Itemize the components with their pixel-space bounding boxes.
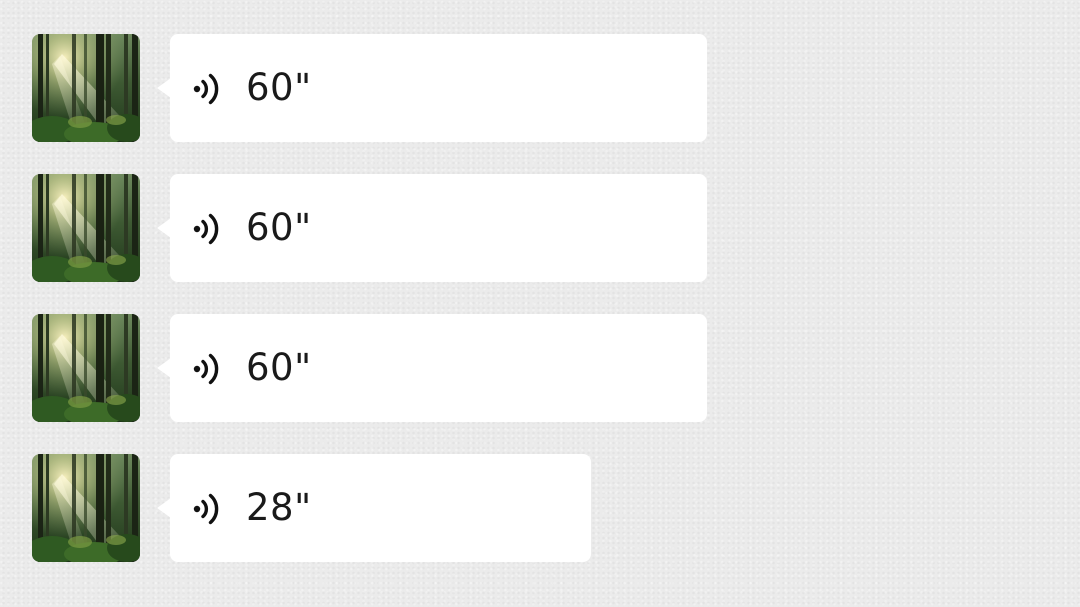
voice-duration: 28" (246, 486, 312, 529)
avatar[interactable] (32, 454, 140, 562)
voice-waves-icon (192, 72, 224, 106)
voice-message-row: 60" (0, 34, 1080, 142)
voice-duration: 60" (246, 346, 312, 389)
voice-message-bubble[interactable]: 60" (157, 34, 707, 142)
voice-message-row: 28" (0, 454, 1080, 562)
voice-waves-icon (192, 212, 224, 246)
avatar[interactable] (32, 314, 140, 422)
voice-duration: 60" (246, 206, 312, 249)
voice-message-row: 60" (0, 314, 1080, 422)
voice-message-bubble[interactable]: 60" (157, 174, 707, 282)
voice-waves-icon (192, 352, 224, 386)
voice-message-bubble[interactable]: 28" (157, 454, 591, 562)
voice-duration: 60" (246, 66, 312, 109)
voice-message-row: 60" (0, 174, 1080, 282)
avatar[interactable] (32, 174, 140, 282)
voice-message-bubble[interactable]: 60" (157, 314, 707, 422)
avatar[interactable] (32, 34, 140, 142)
voice-waves-icon (192, 492, 224, 526)
